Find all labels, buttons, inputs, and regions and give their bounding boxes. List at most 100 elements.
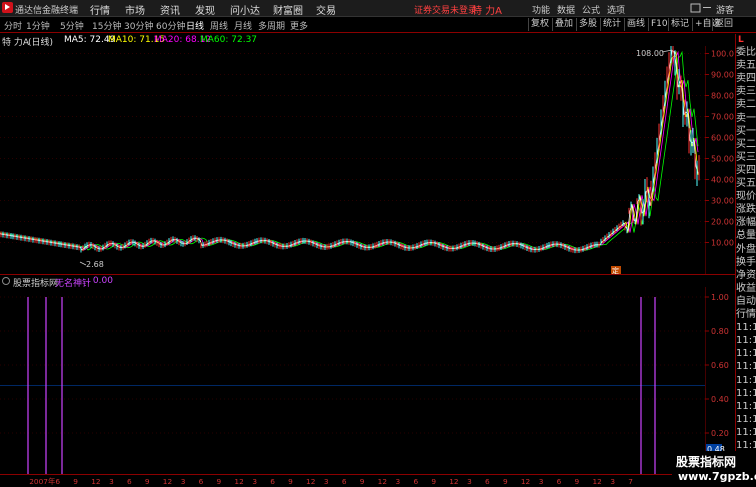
tf-monthly[interactable]: 月线	[234, 19, 252, 32]
draw-line-button[interactable]: 画线	[624, 18, 647, 31]
date-label-19: 12	[378, 477, 387, 486]
ind-tick-0: 1.00	[711, 293, 729, 302]
side-panel-item-2[interactable]: 卖四	[736, 72, 756, 85]
side-panel-item-4[interactable]: 卖二	[736, 98, 756, 111]
mark-button[interactable]: 标记	[668, 18, 691, 31]
back-button[interactable]: 返回	[712, 18, 735, 31]
menu-formula[interactable]: 公式	[582, 3, 600, 16]
tf-intraday[interactable]: 分时	[4, 19, 22, 32]
date-label-3: 12	[91, 477, 100, 486]
indicator-header: 股票指标网 无名神针 : 0.00	[0, 276, 700, 289]
side-panel-item-11[interactable]: 现价	[736, 190, 756, 203]
high-price-label: 108.00	[636, 49, 664, 58]
app-title: 通达信金融终端	[15, 6, 79, 16]
indicator-value: : 0.00	[87, 276, 113, 286]
menu-market[interactable]: 市场	[125, 2, 145, 17]
menu-function[interactable]: 功能	[532, 3, 550, 16]
side-panel-item-21[interactable]: 11:1	[736, 321, 756, 334]
date-label-30: 9	[575, 477, 580, 486]
price-tick-8: 20.00	[711, 218, 734, 227]
tf-multi[interactable]: 多周期	[258, 19, 285, 32]
menu-wealth[interactable]: 财富圈	[273, 2, 303, 17]
tf-30min[interactable]: 30分钟	[124, 19, 153, 32]
side-panel-item-13[interactable]: 涨幅	[736, 216, 756, 229]
window-controls-icon[interactable]	[690, 2, 712, 14]
date-label-28: 3	[539, 477, 544, 486]
f10-button[interactable]: F10	[648, 18, 670, 31]
side-panel-item-17[interactable]: 净资	[736, 269, 756, 282]
date-label-29: 6	[557, 477, 562, 486]
kline-chart[interactable]: 108.00 2.68 定	[0, 46, 705, 274]
side-panel-item-22[interactable]: 11:1	[736, 334, 756, 347]
low-price-label: 2.68	[86, 260, 104, 269]
tf-weekly[interactable]: 周线	[210, 19, 228, 32]
side-panel-item-25[interactable]: 11:1	[736, 374, 756, 387]
statistics-button[interactable]: 统计	[600, 18, 623, 31]
side-panel-item-18[interactable]: 收益	[736, 282, 756, 295]
side-panel-item-19[interactable]: 自动	[736, 295, 756, 308]
date-label-6: 9	[145, 477, 150, 486]
menu-news[interactable]: 资讯	[160, 2, 180, 17]
menu-options[interactable]: 选项	[607, 3, 625, 16]
menu-trade[interactable]: 交易	[316, 2, 336, 17]
side-panel-item-3[interactable]: 卖三	[736, 85, 756, 98]
menu-discover[interactable]: 发现	[195, 2, 215, 17]
user-guest[interactable]: 游客	[716, 3, 734, 16]
side-panel-item-23[interactable]: 11:1	[736, 347, 756, 360]
menu-quotes[interactable]: 行情	[90, 2, 110, 17]
stock-title: 特 力A	[472, 6, 503, 17]
side-panel-item-20[interactable]: 行情	[736, 308, 756, 321]
date-label-13: 6	[270, 477, 275, 486]
quote-side-panel: L 委比 卖五 卖四 卖三 卖二 卖一 买一 买二 买三 买四 买五 现价 涨跌 涨幅 总量 外盘 换手 净资 收益…	[735, 34, 756, 487]
indicator-settings-icon[interactable]	[2, 277, 10, 285]
side-panel-item-8[interactable]: 买三	[736, 151, 756, 164]
date-label-1: 6	[55, 477, 60, 486]
tf-more[interactable]: 更多	[290, 19, 308, 32]
indicator-chart[interactable]	[0, 287, 705, 474]
side-panel-item-26[interactable]: 11:1	[736, 387, 756, 400]
ind-tick-4: 0.20	[711, 429, 729, 438]
price-tick-0: 100.0	[711, 50, 734, 59]
side-panel-item-6[interactable]: 买一	[736, 125, 756, 138]
tf-5min[interactable]: 5分钟	[60, 19, 84, 32]
date-label-33: 7	[628, 477, 633, 486]
tf-60min[interactable]: 60分钟	[156, 19, 185, 32]
side-panel-item-15[interactable]: 外盘	[736, 243, 756, 256]
date-label-23: 12	[449, 477, 458, 486]
multi-stock-button[interactable]: 多股	[576, 18, 599, 31]
price-tick-3: 70.00	[711, 113, 734, 122]
side-panel-item-28[interactable]: 11:1	[736, 413, 756, 426]
menu-ask[interactable]: 问小达	[230, 2, 260, 17]
watermark-url: www.7gpzb.com	[678, 470, 756, 483]
tf-daily[interactable]: 日线	[186, 19, 204, 32]
price-tick-2: 80.00	[711, 92, 734, 101]
side-panel-item-1[interactable]: 卖五	[736, 59, 756, 72]
tf-1min[interactable]: 1分钟	[26, 19, 50, 32]
adjust-button[interactable]: 复权	[528, 18, 551, 31]
overlay-button[interactable]: 叠加	[552, 18, 575, 31]
side-panel-item-16[interactable]: 换手	[736, 256, 756, 269]
date-label-20: 3	[396, 477, 401, 486]
indicator-axis: 1.000.800.600.400.20 0.48	[705, 287, 729, 474]
ma60-label: MA60: 72.37	[200, 35, 258, 45]
watermark: 股票指标网 www.7gpzb.com	[672, 451, 756, 487]
side-panel-item-12[interactable]: 涨跌	[736, 203, 756, 216]
price-axis: 100.0 90.00 80.00 70.00 60.00 50.00 40.00 30.00…	[705, 46, 734, 274]
date-label-7: 12	[163, 477, 172, 486]
menu-data[interactable]: 数据	[557, 3, 575, 16]
date-axis: 2007年 6 9 12 3 6 9 12 3 6 9 12 3 6 9 12 3 6 9 12 3 6 9 12 3 6 9 12 3…	[0, 474, 735, 486]
side-panel-item-5[interactable]: 卖一	[736, 112, 756, 125]
date-label-27: 12	[521, 477, 530, 486]
login-status[interactable]: 证券交易未登录	[414, 3, 477, 16]
side-panel-item-14[interactable]: 总量	[736, 229, 756, 242]
side-panel-item-24[interactable]: 11:1	[736, 360, 756, 373]
side-panel-item-7[interactable]: 买二	[736, 138, 756, 151]
side-panel-item-27[interactable]: 11:1	[736, 400, 756, 413]
period-toolbar: 分时 1分钟 5分钟 15分钟 30分钟 60分钟 日线 周线 月线 多周期 更…	[0, 17, 756, 33]
date-label-9: 6	[199, 477, 204, 486]
side-panel-item-0[interactable]: 委比	[736, 46, 756, 59]
tf-15min[interactable]: 15分钟	[92, 19, 121, 32]
side-panel-item-10[interactable]: 买五	[736, 177, 756, 190]
side-panel-item-29[interactable]: 11:1	[736, 426, 756, 439]
side-panel-item-9[interactable]: 买四	[736, 164, 756, 177]
